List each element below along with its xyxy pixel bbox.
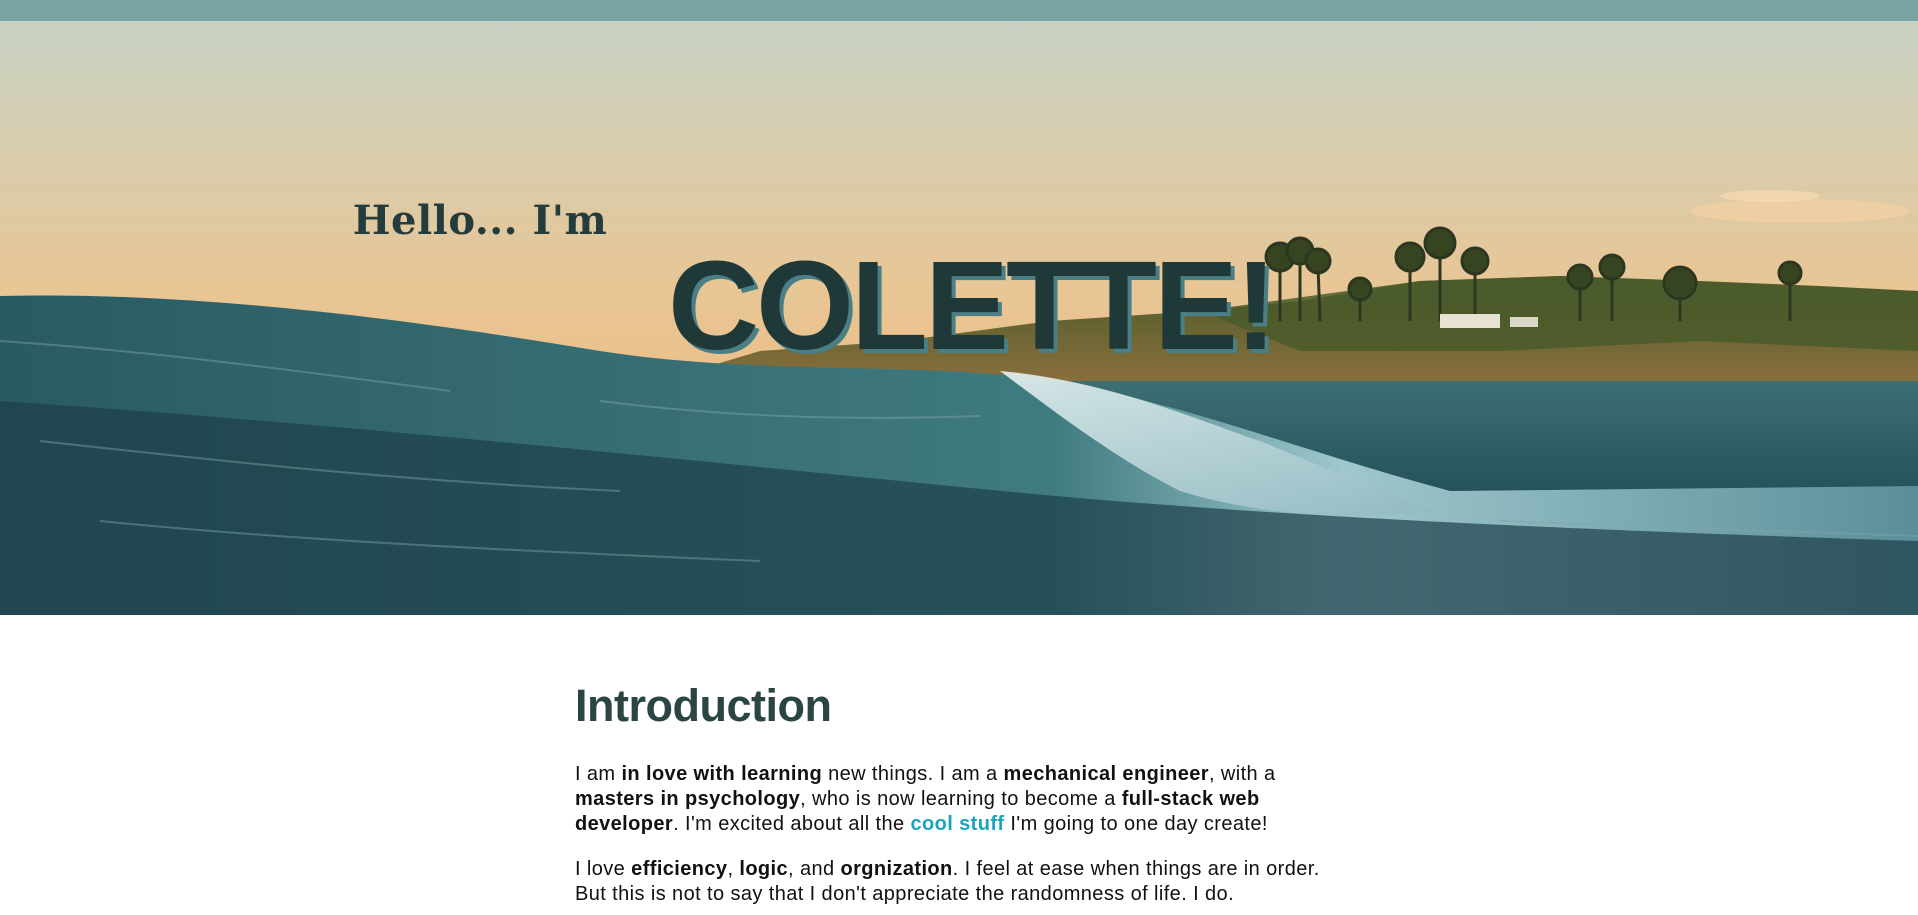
- emphasis: efficiency: [631, 858, 728, 880]
- cool-stuff-link[interactable]: cool stuff: [910, 813, 1004, 835]
- text: ,: [727, 858, 740, 880]
- intro-paragraph-1: I am in love with learning new things. I…: [575, 762, 1335, 837]
- hero-heading: Hello... I'm COLETTE!: [0, 21, 1918, 615]
- introduction-section: Introduction I am in love with learning …: [575, 680, 1335, 907]
- emphasis: orgnization: [840, 858, 953, 880]
- emphasis: mechanical engineer: [1003, 763, 1209, 785]
- hero-banner: Hello... I'm COLETTE!: [0, 21, 1918, 615]
- hero-name: COLETTE!: [668, 235, 1277, 376]
- section-title: Introduction: [575, 680, 832, 731]
- top-bar: [0, 0, 1918, 21]
- text: I love: [575, 858, 632, 880]
- text: , and: [788, 858, 841, 880]
- text: , who is now learning to become a: [800, 788, 1122, 810]
- text: I'm going to one day create!: [1004, 813, 1268, 835]
- emphasis: masters in psychology: [575, 788, 801, 810]
- text: new things. I am a: [822, 763, 1004, 785]
- emphasis: in love with learning: [621, 763, 823, 785]
- intro-paragraph-2: I love efficiency, logic, and orgnizatio…: [575, 857, 1335, 907]
- text: . I'm excited about all the: [673, 813, 911, 835]
- emphasis: logic: [739, 858, 789, 880]
- text: , with a: [1209, 763, 1276, 785]
- text: I am: [575, 763, 622, 785]
